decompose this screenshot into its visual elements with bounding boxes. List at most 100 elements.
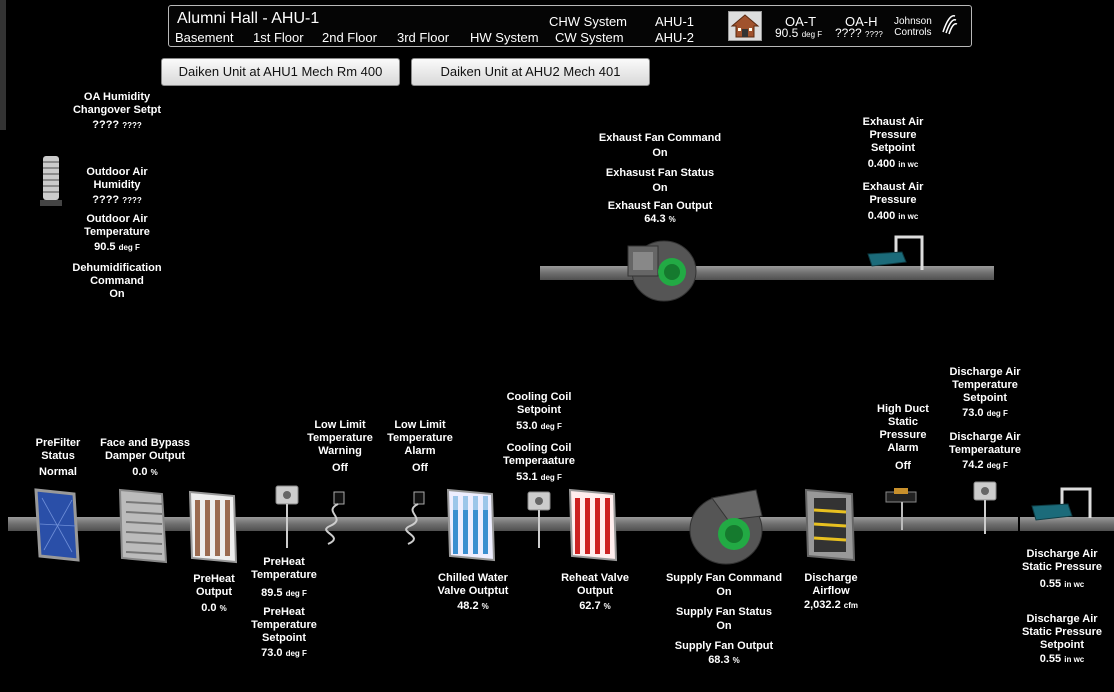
discharge-air-temperature: Discharge Air Temperaature 74.2 deg F [940, 431, 1030, 472]
reheat-coil-icon[interactable] [568, 488, 620, 562]
discharge-air-static-pressure: Discharge Air Static Pressure 0.55 in wc [1016, 548, 1108, 591]
preheat-sp-unit: deg F [285, 649, 307, 658]
nav-basement[interactable]: Basement [175, 30, 234, 45]
dehum-value[interactable]: On [62, 288, 172, 301]
preheat-temp-label: PreHeat Temperature [251, 556, 317, 581]
outdoor-air-temperature: Outdoor Air Temperature 90.5 deg F [72, 213, 162, 254]
supply-fan-status: Supply Fan Status On [660, 606, 788, 633]
outdoor-sensor-icon [40, 156, 62, 206]
low-limit-alarm-freezestat-icon [405, 491, 425, 545]
outdoor-air-humidity: Outdoor Air Humidity ???? ???? [72, 166, 162, 207]
da-temp-sp-value[interactable]: 73.0 [962, 407, 983, 419]
high-duct-static-pressure-alarm: High Duct Static Pressure Alarm Off [866, 403, 940, 473]
johnson-controls-logo: Johnson Controls [894, 16, 932, 38]
lowlimit-warn-value[interactable]: Off [300, 462, 380, 475]
nav-hw-system[interactable]: HW System [470, 30, 539, 45]
oa-h-unit: ???? [865, 30, 883, 39]
nav-ahu-1[interactable]: AHU-1 [655, 14, 694, 29]
hi-duct-value[interactable]: Off [866, 460, 940, 473]
prefilter-label: PreFilter Status [35, 437, 81, 462]
discharge-air-static-pressure-setpoint: Discharge Air Static Pressure Setpoint 0… [1016, 613, 1108, 666]
discharge-static-sensor-icon [1031, 487, 1092, 521]
ea-press-value[interactable]: 0.400 [868, 210, 896, 222]
daiken-unit-ahu2-button[interactable]: Daiken Unit at AHU2 Mech 401 [411, 58, 650, 86]
supply-fan-command: Supply Fan Command On [660, 572, 788, 599]
airflow-station-icon[interactable] [804, 488, 860, 562]
nav-2nd-floor[interactable]: 2nd Floor [322, 30, 377, 45]
preheat-temperature-setpoint: PreHeat Temperature Setpoint 73.0 deg F [244, 606, 324, 660]
discharge-air-temperature-setpoint: Discharge Air Temperature Setpoint 73.0 … [940, 366, 1030, 420]
oa-h-readout: ???? ???? [835, 26, 883, 40]
chw-valve-value[interactable]: 48.2 [457, 600, 478, 612]
cc-sp-value[interactable]: 53.0 [516, 420, 537, 432]
da-static-sp-value[interactable]: 0.55 [1040, 653, 1061, 665]
oa-hum-changeover-value[interactable]: ???? [92, 119, 119, 131]
prefilter-value[interactable]: Normal [24, 466, 92, 479]
reheat-unit: % [603, 602, 611, 611]
preheat-coil-icon[interactable] [188, 490, 240, 564]
airflow-value[interactable]: 2,032.2 [804, 599, 841, 611]
oa-humidity-value[interactable]: ???? [92, 194, 119, 206]
da-static-value[interactable]: 0.55 [1040, 578, 1061, 590]
nav-1st-floor[interactable]: 1st Floor [253, 30, 304, 45]
sf-output-label: Supply Fan Output [674, 640, 774, 652]
page-title: Alumni Hall - AHU-1 [177, 10, 320, 27]
nav-chw-system[interactable]: CHW System [549, 14, 627, 29]
da-temp-sp-unit: deg F [986, 409, 1008, 418]
damper-label: Face and Bypass Damper Output [100, 437, 190, 462]
cooling-coil-icon[interactable] [446, 488, 498, 562]
reheat-value[interactable]: 62.7 [579, 600, 600, 612]
ea-press-label: Exhaust Air Pressure [862, 181, 924, 206]
preheat-output: PreHeat Output 0.0 % [182, 573, 246, 615]
lowlimit-alarm-label: Low Limit Temperature Alarm [387, 419, 453, 457]
preheat-out-label: PreHeat Output [193, 573, 235, 598]
cooling-coil-temperature: Cooling Coil Temperaature 53.1 deg F [494, 442, 584, 484]
preheat-temp-value[interactable]: 89.5 [261, 587, 282, 599]
damper-value[interactable]: 0.0 [132, 466, 147, 478]
nav-3rd-floor[interactable]: 3rd Floor [397, 30, 449, 45]
ea-press-sp-value[interactable]: 0.400 [868, 158, 896, 170]
exhaust-fan-icon[interactable] [624, 238, 698, 304]
damper-icon[interactable] [118, 488, 172, 564]
cc-sp-label: Cooling Coil Setpoint [506, 391, 572, 416]
home-button[interactable] [728, 11, 762, 41]
sf-cmd-value[interactable]: On [660, 586, 788, 599]
ef-cmd-value[interactable]: On [590, 147, 730, 160]
left-edge-scrollbar[interactable] [0, 0, 6, 130]
preheat-sp-value[interactable]: 73.0 [261, 647, 282, 659]
sf-output-unit: % [732, 656, 740, 665]
airflow-label: Discharge Airflow [804, 572, 858, 597]
oa-temp-value[interactable]: 90.5 [94, 241, 115, 253]
damper-unit: % [150, 468, 158, 477]
daiken-unit-ahu1-button[interactable]: Daiken Unit at AHU1 Mech Rm 400 [161, 58, 400, 86]
chw-valve-label: Chilled Water Valve Outptut [437, 572, 509, 597]
sf-status-value[interactable]: On [660, 620, 788, 633]
sf-output-value[interactable]: 68.3 [708, 654, 729, 666]
preheat-out-value[interactable]: 0.0 [201, 602, 216, 614]
preheat-out-unit: % [219, 604, 227, 613]
reheat-label: Reheat Valve Output [561, 572, 629, 597]
sf-cmd-label: Supply Fan Command [665, 572, 783, 584]
chilled-water-valve-output: Chilled Water Valve Outptut 48.2 % [430, 572, 516, 613]
airflow-unit: cfm [843, 601, 858, 610]
lowlimit-alarm-value[interactable]: Off [380, 462, 460, 475]
ef-output-value[interactable]: 64.3 [644, 213, 665, 225]
supply-fan-icon[interactable] [688, 486, 770, 566]
da-static-label: Discharge Air Static Pressure [1021, 548, 1103, 573]
oa-temp-unit: deg F [118, 243, 140, 252]
hi-duct-label: High Duct Static Pressure Alarm [877, 403, 929, 454]
cooling-coil-setpoint: Cooling Coil Setpoint 53.0 deg F [494, 391, 584, 433]
low-limit-warning-freezestat-icon [325, 491, 345, 545]
oa-humidity-unit: ???? [122, 196, 142, 205]
oa-humidity-label: Outdoor Air Humidity [86, 166, 148, 191]
ef-status-value[interactable]: On [590, 182, 730, 195]
preheat-temp-sensor-icon [275, 485, 299, 548]
home-icon [730, 14, 760, 38]
nav-cw-system[interactable]: CW System [555, 30, 624, 45]
prefilter-icon[interactable] [34, 488, 82, 562]
reheat-valve-output: Reheat Valve Output 62.7 % [556, 572, 634, 613]
cc-temp-value[interactable]: 53.1 [516, 471, 537, 483]
nav-ahu-2[interactable]: AHU-2 [655, 30, 694, 45]
da-temp-value[interactable]: 74.2 [962, 459, 983, 471]
supply-fan-output: Supply Fan Output 68.3 % [660, 640, 788, 667]
